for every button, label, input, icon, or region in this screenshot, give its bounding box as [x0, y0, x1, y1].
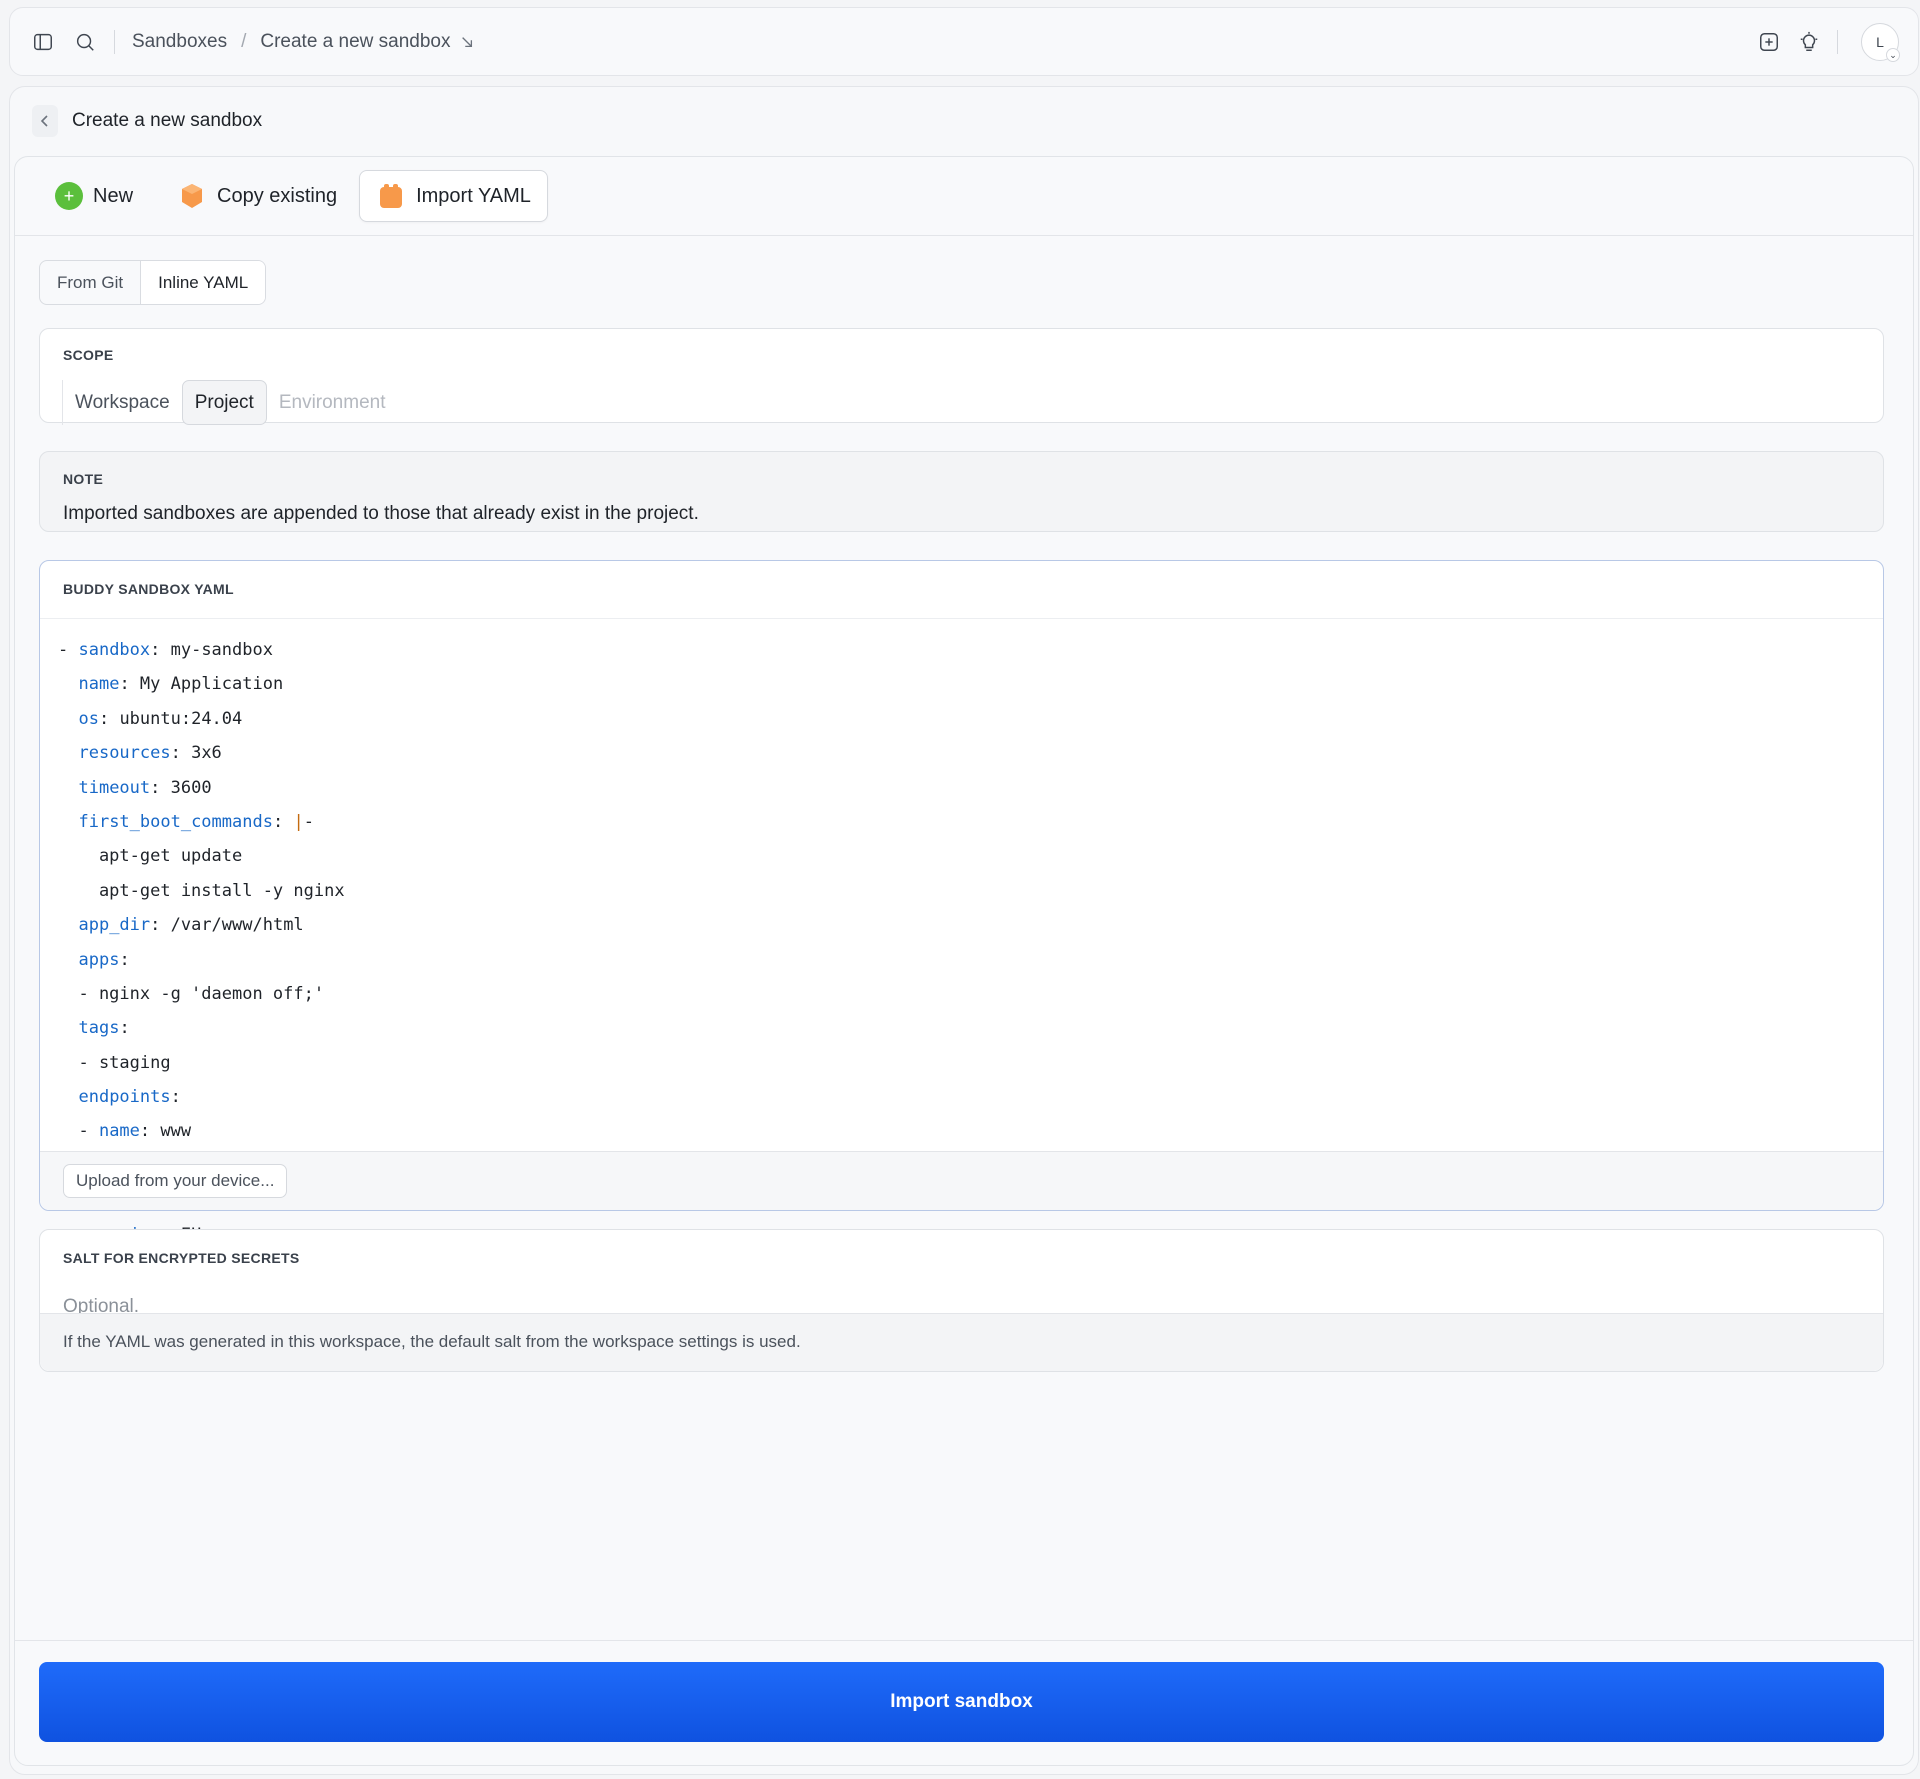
- create-sandbox-card: + New Copy existing Import YAML From Git…: [14, 156, 1914, 1766]
- divider: [15, 1640, 1913, 1641]
- yaml-footer: Upload from your device...: [40, 1151, 1883, 1210]
- yaml-label: BUDDY SANDBOX YAML: [63, 581, 234, 597]
- yaml-line[interactable]: - name: www: [40, 1114, 1883, 1148]
- breadcrumb-separator: /: [241, 30, 247, 52]
- breadcrumb-sandboxes[interactable]: Sandboxes: [132, 31, 227, 53]
- scope-environment: Environment: [278, 391, 386, 413]
- note-section: NOTE Imported sandboxes are appended to …: [39, 451, 1884, 532]
- avatar[interactable]: L ⌄: [1861, 23, 1900, 62]
- salt-label: SALT FOR ENCRYPTED SECRETS: [63, 1250, 300, 1266]
- sidebar-toggle-icon[interactable]: [31, 30, 55, 54]
- yaml-line[interactable]: app_dir: /var/www/html: [40, 908, 1883, 942]
- breadcrumb-current: Create a new sandbox: [260, 30, 451, 52]
- mode-import-yaml-button[interactable]: Import YAML: [359, 170, 548, 222]
- yaml-line[interactable]: resources: 3x6: [40, 736, 1883, 770]
- scope-section: SCOPE Workspace Project Environment: [39, 328, 1884, 425]
- page-title: Create a new sandbox: [72, 110, 263, 131]
- mode-copy-existing-button[interactable]: Copy existing: [161, 170, 353, 222]
- arrow-down-right-icon[interactable]: [460, 35, 474, 49]
- main-panel: Create a new sandbox + New Copy existing: [9, 86, 1919, 1775]
- yaml-line[interactable]: - nginx -g 'daemon off;': [40, 977, 1883, 1011]
- mode-new-label: New: [93, 184, 134, 207]
- scope-workspace[interactable]: Workspace: [63, 380, 182, 425]
- mode-selector: + New Copy existing Import YAML: [15, 157, 1913, 236]
- yaml-line[interactable]: apt-get update: [40, 839, 1883, 873]
- avatar-initial: L: [1876, 34, 1884, 50]
- tab-from-git[interactable]: From Git: [40, 261, 140, 304]
- yaml-line[interactable]: apps:: [40, 943, 1883, 977]
- scope-project[interactable]: Project: [181, 380, 267, 425]
- chevron-down-icon: ⌄: [1886, 48, 1900, 62]
- salt-hint: If the YAML was generated in this worksp…: [63, 1332, 801, 1351]
- plus-circle-icon: +: [55, 182, 83, 210]
- add-square-icon[interactable]: [1757, 30, 1781, 54]
- breadcrumb: Sandboxes / Create a new sandbox: [132, 31, 474, 53]
- yaml-line[interactable]: first_boot_commands: |-: [40, 805, 1883, 839]
- chevron-left-icon: [40, 115, 48, 127]
- import-sandbox-button[interactable]: Import sandbox: [39, 1662, 1884, 1742]
- yaml-line[interactable]: - staging: [40, 1046, 1883, 1080]
- lightbulb-icon[interactable]: [1797, 30, 1821, 54]
- divider: [114, 29, 115, 54]
- mode-import-label: Import YAML: [416, 184, 531, 207]
- back-button[interactable]: [32, 105, 58, 137]
- yaml-line[interactable]: os: ubuntu:24.04: [40, 702, 1883, 736]
- yaml-line[interactable]: - sandbox: my-sandbox: [40, 633, 1883, 667]
- topbar-actions: [1757, 30, 1838, 54]
- yaml-line[interactable]: apt-get install -y nginx: [40, 874, 1883, 908]
- yaml-line[interactable]: timeout: 3600: [40, 771, 1883, 805]
- yaml-line[interactable]: tags:: [40, 1011, 1883, 1045]
- cube-icon: [182, 184, 203, 208]
- scope-options: Workspace Project Environment: [62, 380, 398, 425]
- salt-section: SALT FOR ENCRYPTED SECRETS If the YAML w…: [39, 1229, 1884, 1372]
- mode-new-button[interactable]: + New: [39, 170, 149, 222]
- tab-inline-yaml[interactable]: Inline YAML: [140, 261, 266, 304]
- note-label: NOTE: [63, 471, 104, 487]
- note-text: Imported sandboxes are appended to those…: [63, 503, 699, 524]
- yaml-header: BUDDY SANDBOX YAML: [40, 561, 1883, 619]
- search-icon[interactable]: [73, 30, 97, 54]
- yaml-editor-section: BUDDY SANDBOX YAML - sandbox: my-sandbox…: [39, 560, 1884, 1287]
- yaml-line[interactable]: endpoints:: [40, 1080, 1883, 1114]
- upload-button[interactable]: Upload from your device...: [63, 1164, 288, 1198]
- cube-icon: [380, 184, 403, 208]
- mode-copy-label: Copy existing: [217, 184, 338, 207]
- divider: [1837, 30, 1838, 54]
- yaml-line[interactable]: name: My Application: [40, 667, 1883, 701]
- top-bar: Sandboxes / Create a new sandbox L ⌄: [9, 7, 1919, 76]
- salt-hint-bar: If the YAML was generated in this worksp…: [40, 1313, 1883, 1371]
- page-header: Create a new sandbox: [32, 105, 262, 137]
- source-tabs: From Git Inline YAML: [39, 260, 267, 305]
- scope-label: SCOPE: [63, 347, 114, 363]
